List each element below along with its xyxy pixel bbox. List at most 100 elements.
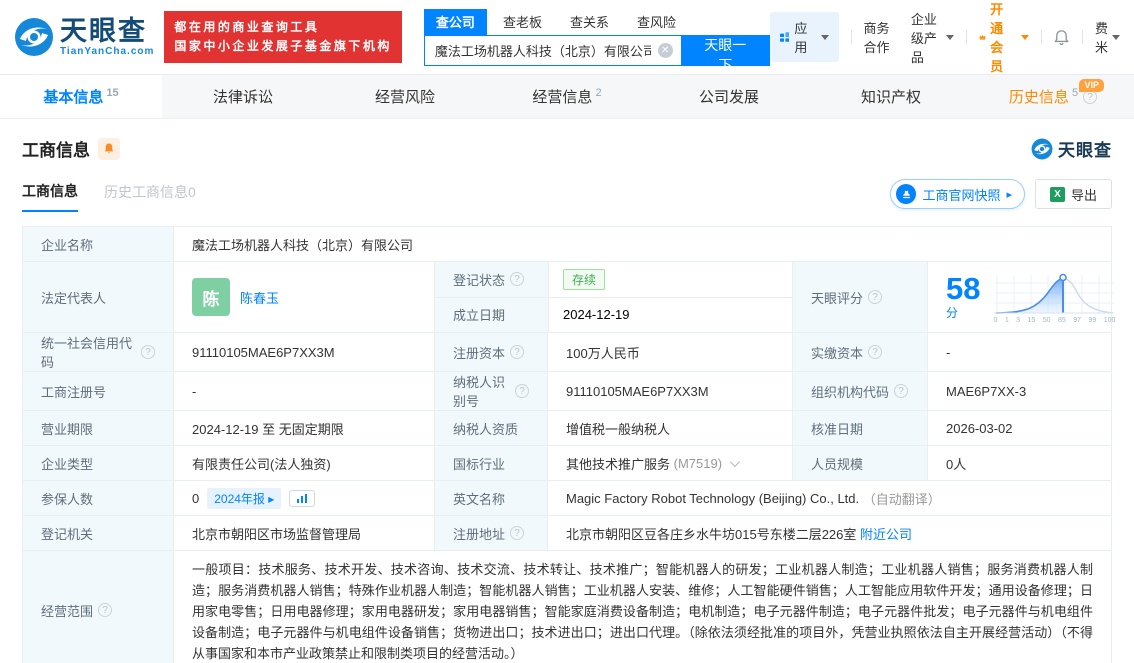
clear-search-icon[interactable]: ✕ <box>657 42 673 58</box>
registered-capital-value: 100万人民币 <box>547 333 792 371</box>
field-label: 纳税人资质 <box>434 411 547 445</box>
tab-basic-info[interactable]: 基本信息 15 <box>0 75 162 118</box>
company-detail-tabs: 基本信息 15 法律诉讼 经营风险 经营信息 2 公司发展 知识产权 VIP 历史信… <box>0 75 1134 119</box>
apps-menu[interactable]: 应用 <box>769 12 839 62</box>
subscribe-bell-icon[interactable] <box>98 137 120 160</box>
table-row: 企业名称 魔法工场机器人科技（北京）有限公司 <box>23 227 1111 262</box>
legal-rep-link[interactable]: 陈春玉 <box>240 288 279 307</box>
field-label: 天眼评分? <box>792 262 927 332</box>
tianyancha-eye-icon <box>15 18 53 56</box>
help-icon: ? <box>98 603 113 617</box>
annual-report-tag[interactable]: 2024年报 ▸ <box>207 487 282 509</box>
taxpayer-quality-value: 增值税一般纳税人 <box>547 411 792 445</box>
trend-chart-icon[interactable] <box>289 489 316 507</box>
tianyancha-logo[interactable]: 天眼查 TianYanCha.com <box>14 17 154 57</box>
enterprise-products-link[interactable]: 企业级产品 <box>911 9 955 66</box>
legal-rep-avatar[interactable]: 陈 <box>192 278 230 316</box>
table-row: 登记机关 北京市朝阳区市场监督管理局 注册地址? 北京市朝阳区豆各庄乡水牛坊01… <box>23 516 1111 551</box>
tab-history-info[interactable]: VIP 历史信息 5 ? <box>972 75 1134 118</box>
field-label: 英文名称 <box>434 481 547 515</box>
search-input[interactable] <box>423 34 681 66</box>
table-row: 统一社会信用代码? 91110105MAE6P7XX3M 注册资本? 100万人… <box>23 333 1111 372</box>
official-snapshot-button[interactable]: 工商官网快照 ▸ <box>890 179 1025 209</box>
vip-badge: VIP <box>1079 79 1104 92</box>
nearby-companies-link[interactable]: 附近公司 <box>860 524 912 543</box>
search-tab-risk[interactable]: 查风险 <box>625 9 688 35</box>
tab-operation-risk[interactable]: 经营风险 <box>324 75 486 118</box>
stamp-icon <box>896 184 917 204</box>
field-label: 实缴资本? <box>792 333 927 371</box>
insured-count-value: 0 <box>192 490 200 506</box>
tianyan-score[interactable]: 58分 0 1 3 15 50 85 97 99 100 <box>927 262 1126 332</box>
field-label: 国标行业 <box>434 446 547 480</box>
tab-intellectual-property[interactable]: 知识产权 <box>810 75 972 118</box>
help-icon: ? <box>894 384 909 398</box>
company-type-value: 有限责任公司(法人独资) <box>173 446 434 480</box>
search-tab-relation[interactable]: 查关系 <box>558 9 621 35</box>
company-name-value: 魔法工场机器人科技（北京）有限公司 <box>173 227 1111 261</box>
field-label: 注册资本? <box>434 333 547 371</box>
score-axis-labels: 0 1 3 15 50 85 97 99 100 <box>993 316 1116 324</box>
tab-company-development[interactable]: 公司发展 <box>648 75 810 118</box>
field-label: 人员规模 <box>792 446 927 480</box>
apps-grid-icon <box>779 32 790 42</box>
chevron-down-icon <box>1020 34 1029 40</box>
industry-value[interactable]: 其他技术推广服务 (M7519) <box>547 446 792 480</box>
section-title: 工商信息 <box>22 141 90 160</box>
table-row: 营业期限 2024-12-19 至 无固定期限 纳税人资质 增值税一般纳税人 核… <box>23 411 1111 446</box>
paid-capital-value: - <box>927 333 1111 371</box>
chevron-down-icon <box>1111 34 1120 40</box>
user-menu[interactable]: 费米 <box>1095 18 1120 56</box>
notifications-bell-icon[interactable] <box>1053 29 1070 46</box>
crown-icon <box>979 34 986 40</box>
excel-icon: X <box>1049 186 1065 202</box>
search-tab-company[interactable]: 查公司 <box>423 8 487 35</box>
main-content: 工商信息 天眼查 工商信息 历史工商信息0 工商官网快照 ▸ X 导出 企业名称… <box>0 136 1134 663</box>
arrow-right-icon: ▸ <box>1006 188 1012 201</box>
registered-address-value: 北京市朝阳区豆各庄乡水牛坊015号东楼二层226室 <box>566 526 857 542</box>
field-label: 营业期限 <box>23 411 173 445</box>
search-block: 查公司 查老板 查关系 查风险 ✕ 天眼一下 <box>423 8 770 73</box>
brand-name: 天眼查 <box>60 15 147 46</box>
brand-slogan-banner: 都在用的商业查询工具 国家中小企业发展子基金旗下机构 <box>164 10 402 64</box>
score-distribution-chart: 0 1 3 15 50 85 97 99 100 <box>992 271 1116 324</box>
table-row: 法定代表人 陈 陈春玉 登记状态? 存续 成立日期 2024-12-19 天眼评… <box>23 262 1115 333</box>
help-icon: ? <box>515 384 529 398</box>
field-label: 成立日期 <box>435 297 548 332</box>
status-badge: 存续 <box>563 268 606 290</box>
business-registration-table: 企业名称 魔法工场机器人科技（北京）有限公司 法定代表人 陈 陈春玉 登记状态? <box>22 226 1115 663</box>
org-code-value: MAE6P7XX-3 <box>927 372 1111 410</box>
field-label: 纳税人识别号? <box>434 372 547 410</box>
brand-domain: TianYanCha.com <box>60 45 155 57</box>
auto-translate-note: （自动翻译） <box>862 491 941 507</box>
taxpayer-id-value: 91110105MAE6P7XX3M <box>547 372 792 410</box>
help-icon: ? <box>510 526 525 540</box>
field-label: 组织机构代码? <box>792 372 927 410</box>
search-button[interactable]: 天眼一下 <box>680 34 770 73</box>
field-label: 企业类型 <box>23 446 173 480</box>
subtab-history-registration[interactable]: 历史工商信息0 <box>104 182 196 211</box>
open-vip-link[interactable]: 开通会员 <box>979 0 1029 75</box>
field-label: 登记状态? <box>435 262 548 297</box>
tab-legal-proceedings[interactable]: 法律诉讼 <box>162 75 324 118</box>
chevron-down-icon <box>730 456 740 467</box>
table-row: 参保人数 0 2024年报 ▸ 英文名称 Magic Factory Robot… <box>23 481 1111 516</box>
search-tab-boss[interactable]: 查老板 <box>491 9 554 35</box>
field-label: 法定代表人 <box>23 262 173 332</box>
field-label: 经营范围? <box>23 551 173 663</box>
subtab-business-registration[interactable]: 工商信息 <box>22 181 78 212</box>
establish-date-value: 2024-12-19 <box>548 297 792 332</box>
tianyancha-watermark: 天眼查 <box>1031 136 1112 161</box>
business-cooperation-link[interactable]: 商务合作 <box>864 18 893 56</box>
field-label: 核准日期 <box>792 411 927 445</box>
site-header: 天眼查 TianYanCha.com 都在用的商业查询工具 国家中小企业发展子基… <box>0 0 1134 75</box>
help-icon: ? <box>868 345 883 359</box>
field-label: 企业名称 <box>23 227 173 261</box>
help-icon: ? <box>510 345 525 359</box>
tab-business-info[interactable]: 经营信息 2 <box>486 75 648 118</box>
credit-code-value: 91110105MAE6P7XX3M <box>173 333 434 371</box>
tianyancha-company-page: 天眼查 TianYanCha.com 都在用的商业查询工具 国家中小企业发展子基… <box>0 0 1134 663</box>
export-button[interactable]: X 导出 <box>1034 179 1112 209</box>
help-icon: ? <box>141 345 155 359</box>
table-row: 企业类型 有限责任公司(法人独资) 国标行业 其他技术推广服务 (M7519) … <box>23 446 1111 481</box>
